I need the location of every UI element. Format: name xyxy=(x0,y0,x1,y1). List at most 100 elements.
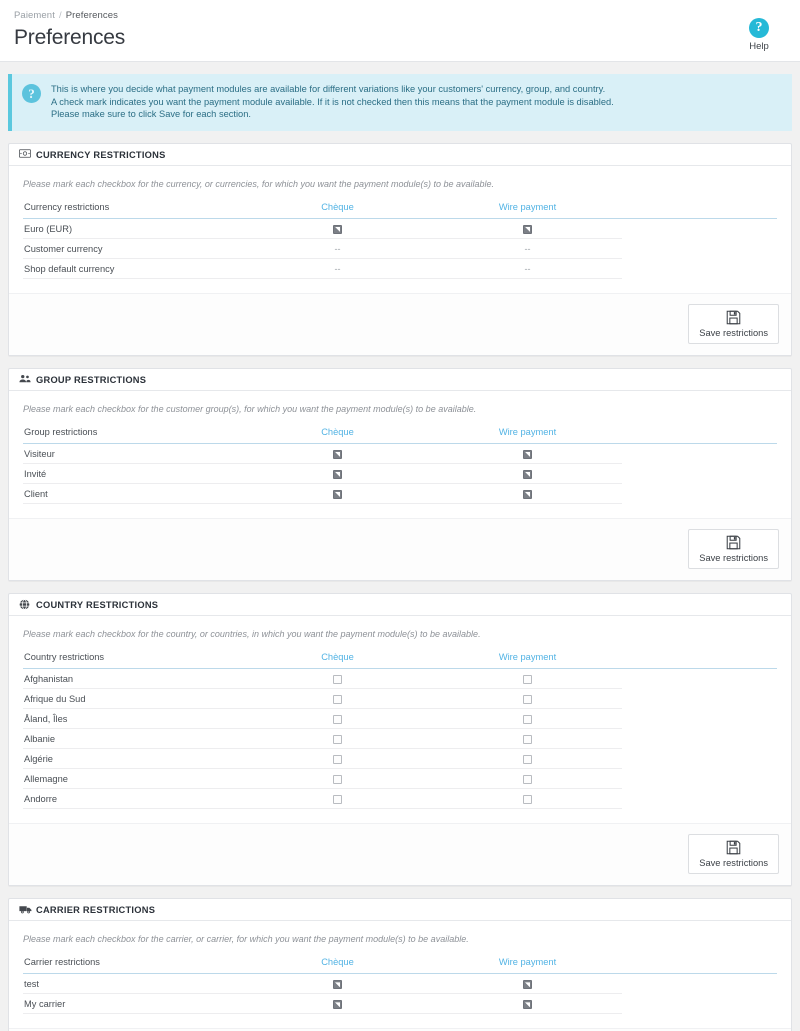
restriction-cell[interactable]: -- xyxy=(432,238,622,259)
restriction-cell[interactable] xyxy=(242,443,432,464)
table-row: Åland, Îles xyxy=(23,708,777,730)
restriction-cell[interactable] xyxy=(432,463,622,484)
help-button[interactable]: ? Help xyxy=(732,18,786,52)
restriction-cell[interactable] xyxy=(242,668,432,690)
save-restrictions-button[interactable]: Save restrictions xyxy=(688,528,779,569)
restriction-checkbox[interactable] xyxy=(333,489,342,499)
row-label: Andorre xyxy=(23,788,242,810)
restriction-checkbox[interactable] xyxy=(523,695,532,705)
row-label: Afghanistan xyxy=(23,668,242,690)
restriction-cell[interactable] xyxy=(432,993,622,1015)
module-column-header[interactable]: Wire payment xyxy=(432,201,622,219)
save-restrictions-button[interactable]: Save restrictions xyxy=(688,834,779,875)
panel-carrier-restrictions: CARRIER RESTRICTIONS Please mark each che… xyxy=(8,898,792,1031)
restriction-cell[interactable] xyxy=(432,768,622,790)
row-label-column-header: Carrier restrictions xyxy=(23,957,242,975)
restriction-checkbox[interactable] xyxy=(523,1000,532,1010)
table-row: Invité xyxy=(23,463,777,484)
restriction-checkbox[interactable] xyxy=(523,675,532,685)
restriction-cell[interactable] xyxy=(242,768,432,790)
panel-footer: Save restrictions xyxy=(9,517,791,580)
restriction-cell[interactable] xyxy=(432,788,622,810)
table-row: Allemagne xyxy=(23,768,777,790)
restrictions-table: Currency restrictions Chèque Wire payment E… xyxy=(23,201,777,279)
save-restrictions-button[interactable]: Save restrictions xyxy=(688,303,779,344)
restriction-cell[interactable] xyxy=(432,218,622,239)
restriction-checkbox[interactable] xyxy=(333,775,342,785)
restriction-checkbox[interactable] xyxy=(523,489,532,499)
restriction-cell[interactable] xyxy=(242,463,432,484)
restriction-checkbox[interactable] xyxy=(523,715,532,725)
module-column-header[interactable]: Chèque xyxy=(242,957,432,975)
restriction-cell[interactable] xyxy=(242,708,432,730)
restriction-cell[interactable]: -- xyxy=(242,238,432,259)
restriction-checkbox[interactable] xyxy=(523,980,532,990)
panel-body: Please mark each checkbox for the carrie… xyxy=(9,921,791,1015)
restriction-cell[interactable] xyxy=(242,993,432,1015)
panel-hint: Please mark each checkbox for the curren… xyxy=(23,178,495,189)
restriction-checkbox[interactable] xyxy=(333,449,342,459)
module-column-header[interactable]: Chèque xyxy=(242,201,432,219)
restriction-checkbox[interactable] xyxy=(523,795,532,805)
panel-title: COUNTRY RESTRICTIONS xyxy=(36,599,159,610)
floppy-disk-icon xyxy=(699,840,768,855)
panel-hint: Please mark each checkbox for the custom… xyxy=(23,403,477,414)
module-column-header[interactable]: Wire payment xyxy=(432,651,622,669)
restriction-checkbox[interactable] xyxy=(523,469,532,479)
restrictions-table: Group restrictions Chèque Wire payment Visi… xyxy=(23,426,777,504)
module-column-header[interactable]: Wire payment xyxy=(432,426,622,444)
row-label-column-header: Country restrictions xyxy=(23,651,242,669)
restriction-checkbox[interactable] xyxy=(333,755,342,765)
restriction-cell[interactable] xyxy=(242,788,432,810)
restriction-cell[interactable] xyxy=(432,708,622,730)
restriction-cell[interactable]: -- xyxy=(242,258,432,279)
restriction-cell[interactable] xyxy=(432,483,622,504)
restriction-cell[interactable] xyxy=(432,443,622,464)
restriction-cell[interactable] xyxy=(242,748,432,770)
restriction-checkbox[interactable] xyxy=(523,735,532,745)
question-mark-circle-icon: ? xyxy=(22,84,41,103)
row-label: test xyxy=(23,973,242,995)
table-row: Afghanistan xyxy=(23,668,777,690)
restriction-checkbox[interactable] xyxy=(333,224,342,234)
module-column-header[interactable]: Chèque xyxy=(242,651,432,669)
module-column-header[interactable]: Wire payment xyxy=(432,957,622,975)
restriction-cell[interactable] xyxy=(242,728,432,750)
table-row: Andorre xyxy=(23,788,777,810)
restriction-cell[interactable] xyxy=(242,218,432,239)
restriction-checkbox[interactable] xyxy=(523,449,532,459)
row-label: Euro (EUR) xyxy=(23,218,242,239)
restriction-cell[interactable] xyxy=(242,688,432,710)
restriction-checkbox[interactable] xyxy=(333,715,342,725)
table-row: Afrique du Sud xyxy=(23,688,777,710)
panel-body: Please mark each checkbox for the custom… xyxy=(9,391,791,504)
restriction-checkbox[interactable] xyxy=(333,795,342,805)
row-label: Afrique du Sud xyxy=(23,688,242,710)
restriction-cell[interactable] xyxy=(432,688,622,710)
restriction-checkbox[interactable] xyxy=(333,735,342,745)
table-row: test xyxy=(23,973,777,995)
restriction-cell[interactable] xyxy=(242,973,432,995)
restriction-checkbox[interactable] xyxy=(523,755,532,765)
restriction-cell[interactable] xyxy=(242,483,432,504)
restriction-cell[interactable]: -- xyxy=(432,258,622,279)
module-column-header[interactable]: Chèque xyxy=(242,426,432,444)
question-mark-circle-icon: ? xyxy=(749,18,769,38)
restriction-checkbox[interactable] xyxy=(523,224,532,234)
money-bill-icon xyxy=(19,149,31,160)
restriction-checkbox[interactable] xyxy=(333,469,342,479)
restriction-checkbox[interactable] xyxy=(333,695,342,705)
restriction-cell[interactable] xyxy=(432,668,622,690)
restriction-cell[interactable] xyxy=(432,748,622,770)
row-label: Invité xyxy=(23,463,242,484)
restriction-cell[interactable] xyxy=(432,728,622,750)
row-label: My carrier xyxy=(23,993,242,1015)
restriction-checkbox[interactable] xyxy=(333,1000,342,1010)
restriction-cell[interactable] xyxy=(432,973,622,995)
panel-title: CARRIER RESTRICTIONS xyxy=(36,905,156,916)
restriction-checkbox[interactable] xyxy=(523,775,532,785)
restriction-checkbox[interactable] xyxy=(333,980,342,990)
restriction-checkbox[interactable] xyxy=(333,675,342,685)
breadcrumb-parent[interactable]: Paiement xyxy=(14,10,55,21)
page-title: Preferences xyxy=(14,26,126,49)
